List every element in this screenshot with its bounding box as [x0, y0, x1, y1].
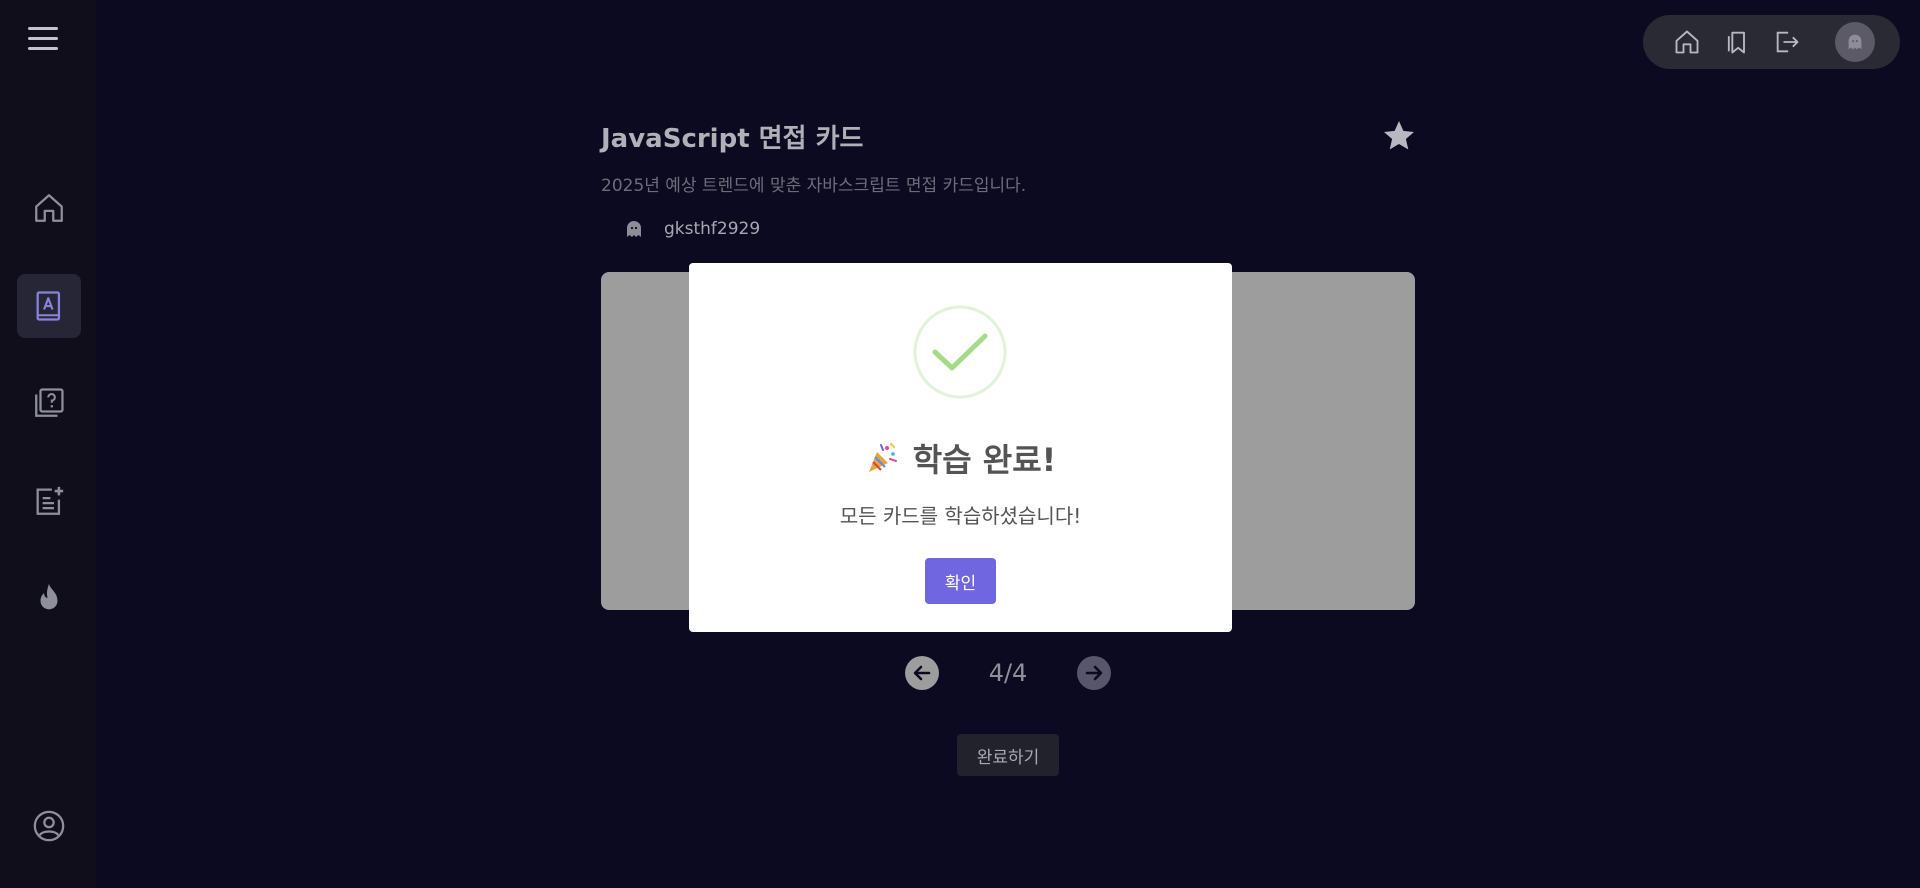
success-check-icon: [913, 305, 1007, 399]
party-popper-icon: [868, 443, 897, 472]
completion-modal: 학습 완료! 모든 카드를 학습하셨습니다! 확인: [689, 263, 1232, 632]
confirm-button[interactable]: 확인: [925, 558, 996, 604]
modal-title-text: 학습 완료!: [912, 441, 1057, 479]
modal-title: 학습 완료!: [689, 435, 1232, 481]
modal-message: 모든 카드를 학습하셨습니다!: [839, 504, 1082, 528]
